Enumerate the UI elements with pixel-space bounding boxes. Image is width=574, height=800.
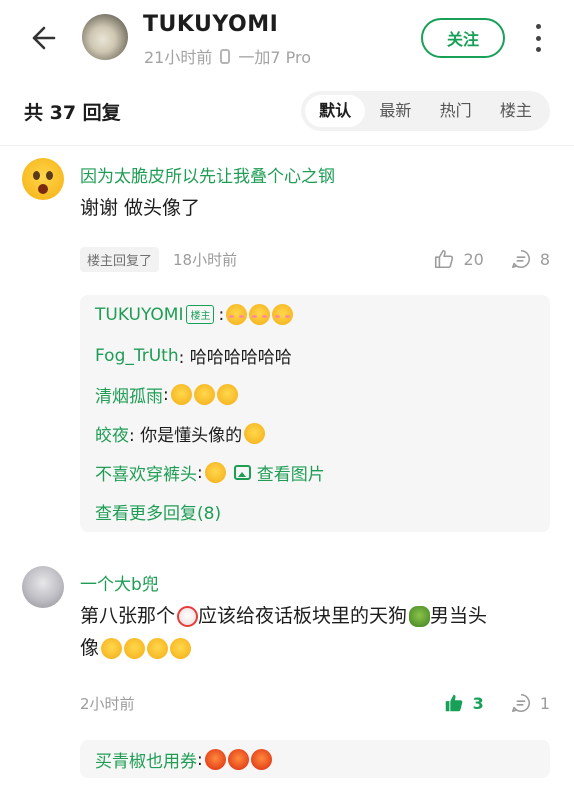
shy-emoji-icon (249, 304, 271, 325)
clown-emoji-icon (177, 606, 199, 627)
sub-reply-author[interactable]: 不喜欢穿裤头 (95, 460, 197, 485)
commenter-avatar[interactable] (22, 566, 64, 608)
comment-text-part: 男当头 (430, 605, 488, 627)
sub-reply[interactable]: TUKUYOMI 楼主 : (95, 304, 294, 325)
comment-bubble-icon (511, 693, 530, 713)
more-options-icon[interactable] (533, 24, 543, 52)
smile-emoji-icon (124, 638, 146, 659)
comment-footer: 楼主回复了 18小时前 20 8 (80, 244, 550, 274)
sub-reply[interactable]: Fog_TrUth : 哈哈哈哈哈哈 (95, 343, 292, 369)
sort-tabs: 默认 最新 热门 楼主 (301, 91, 550, 131)
comment-text: 谢谢 做头像了 (80, 197, 201, 219)
comment-text-part: 像 (80, 637, 100, 659)
post-time: 21小时前 (144, 48, 213, 67)
sub-reply-panel: 买青椒也用券 : (80, 740, 550, 778)
sub-reply-text: : 你是懂头像的 (129, 426, 243, 446)
reply-count: 共 37 回复 (24, 102, 121, 124)
crying-laugh-emoji-icon (170, 384, 192, 405)
sub-reply-text: : (197, 462, 203, 483)
like-count: 3 (472, 693, 484, 713)
grin-emoji-icon (204, 462, 226, 483)
sub-reply-author[interactable]: 买青椒也用券 (95, 747, 197, 772)
commenter-avatar[interactable] (22, 158, 64, 200)
device-name: 一加7 Pro (238, 48, 312, 67)
shy-emoji-icon (226, 304, 248, 325)
back-arrow-icon[interactable] (24, 22, 56, 54)
tab-hot[interactable]: 热门 (426, 95, 486, 127)
comment-text-part: 第八张那个 (80, 605, 176, 627)
reply-count: 8 (539, 249, 550, 269)
reply-toolbar: 共 37 回复 默认 最新 热门 楼主 (0, 88, 574, 138)
reply-button[interactable]: 8 (510, 248, 550, 270)
like-button[interactable]: 20 (433, 248, 484, 270)
comment-bubble-icon (511, 249, 530, 269)
reply-count: 1 (539, 693, 550, 713)
angry-emoji-icon (250, 749, 272, 770)
sub-reply-author[interactable]: TUKUYOMI (95, 305, 183, 325)
op-replied-tag: 楼主回复了 (80, 246, 160, 272)
thumbs-up-filled-icon (445, 694, 463, 712)
sub-reply-text: : (218, 304, 225, 325)
comment-text-part: 应该给夜话板块里的天狗 (198, 605, 408, 627)
sub-reply[interactable]: 皎夜 : 你是懂头像的 (95, 421, 266, 446)
angry-emoji-icon (204, 749, 226, 770)
turtle-emoji-icon (409, 606, 431, 627)
comment-time: 2小时前 (80, 694, 135, 713)
phone-icon (220, 48, 231, 64)
crying-laugh-emoji-icon (216, 384, 238, 405)
sub-reply-text: : (163, 384, 169, 405)
thumbs-up-icon (435, 249, 454, 269)
sub-reply[interactable]: 不喜欢穿裤头 : 查看图片 (95, 460, 325, 485)
view-more-replies-label[interactable]: 查看更多回复(8) (95, 499, 221, 524)
comment-footer: 2小时前 3 1 (80, 688, 550, 718)
comment-text: 第八张那个 应该给夜话板块里的天狗 男当头像 (80, 600, 550, 664)
view-more-replies[interactable]: 查看更多回复(8) (95, 499, 221, 524)
angry-emoji-icon (227, 749, 249, 770)
commenter-name[interactable]: 一个大b兜 (80, 570, 159, 595)
like-count: 20 (463, 249, 484, 269)
smile-emoji-icon (170, 638, 192, 659)
image-icon (233, 465, 251, 480)
post-header: TUKUYOMI 21小时前 一加7 Pro 关注 (0, 0, 574, 80)
sub-reply-author[interactable]: Fog_TrUth (95, 346, 179, 366)
follow-button[interactable]: 关注 (421, 18, 505, 58)
crying-laugh-emoji-icon (193, 384, 215, 405)
op-badge: 楼主 (186, 305, 215, 324)
smile-emoji-icon (147, 638, 169, 659)
sub-reply-panel: TUKUYOMI 楼主 : Fog_TrUth : 哈哈哈哈哈哈 清烟孤雨 : … (80, 295, 550, 532)
sub-reply-text: : (197, 749, 203, 770)
like-button[interactable]: 3 (443, 692, 484, 714)
tab-latest[interactable]: 最新 (365, 95, 425, 127)
smile-emoji-icon (101, 638, 123, 659)
author-avatar[interactable] (82, 14, 128, 60)
shy-emoji-icon (272, 304, 294, 325)
cool-sunglasses-emoji-icon (244, 423, 266, 444)
reply-button[interactable]: 1 (510, 692, 550, 714)
sub-reply[interactable]: 买青椒也用券 : (95, 747, 272, 772)
divider (0, 145, 574, 146)
sub-reply-author[interactable]: 皎夜 (95, 421, 129, 446)
post-meta: 21小时前 一加7 Pro (144, 44, 311, 68)
comment-time: 18小时前 (173, 250, 238, 269)
commenter-name[interactable]: 因为太脆皮所以先让我叠个心之钢 (80, 162, 335, 187)
view-image-link[interactable]: 查看图片 (257, 460, 325, 485)
sub-reply-text: : 哈哈哈哈哈哈 (178, 348, 292, 368)
sub-reply[interactable]: 清烟孤雨 : (95, 382, 238, 407)
sub-reply-author[interactable]: 清烟孤雨 (95, 382, 163, 407)
tab-default[interactable]: 默认 (305, 95, 366, 127)
author-name[interactable]: TUKUYOMI (143, 12, 278, 37)
tab-op[interactable]: 楼主 (486, 95, 546, 127)
